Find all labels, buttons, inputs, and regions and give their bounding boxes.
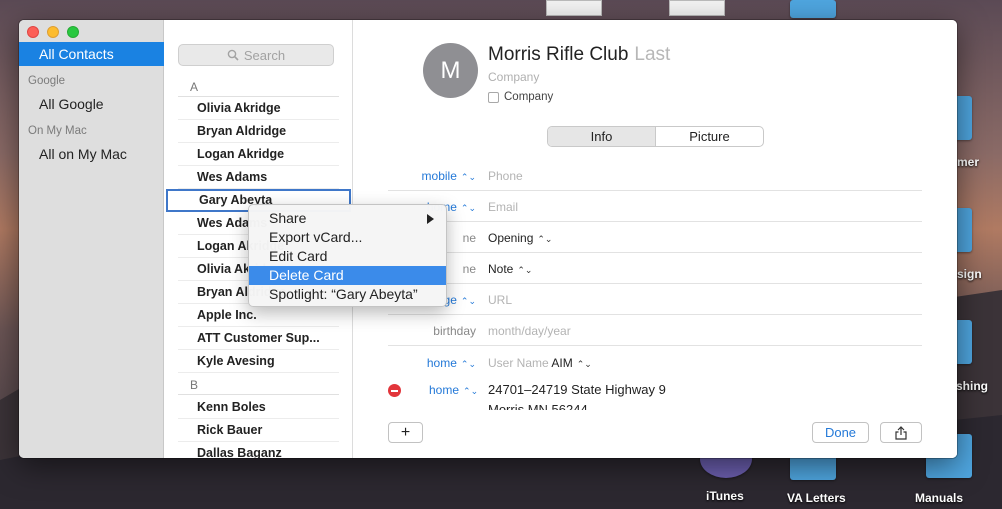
desktop-icon-label: iTunes	[706, 489, 744, 503]
name-field: Morris Rifle Club Last	[488, 44, 670, 66]
updown-icon: ⌃⌄	[460, 172, 476, 182]
share-button[interactable]	[880, 422, 922, 443]
close-window-button[interactable]	[27, 26, 39, 38]
sidebar-item-all-google[interactable]: All Google	[19, 92, 164, 116]
note-popup[interactable]: Note ⌃⌄	[488, 262, 532, 276]
contact-row[interactable]: Rick Bauer	[178, 419, 339, 442]
desktop-file-thumbnail[interactable]	[546, 0, 602, 16]
sidebar-header-google: Google	[28, 75, 66, 87]
field-row-email: home⌃⌄ Email	[388, 191, 922, 222]
updown-icon: ⌃⌄	[463, 386, 479, 396]
updown-icon: ⌃⌄	[517, 265, 533, 275]
card-bottom-bar: + Done	[353, 418, 957, 458]
desktop-icon-label: sign	[957, 267, 982, 281]
search-field[interactable]: Search	[178, 44, 334, 66]
field-row-im: home ⌃⌄ User Name AIM ⌃⌄	[388, 347, 922, 378]
contact-row[interactable]: Apple Inc.	[178, 304, 339, 327]
desktop-icon-label: Manuals	[915, 491, 964, 505]
contact-row[interactable]: Olivia Akridge	[178, 97, 339, 120]
share-icon	[895, 425, 907, 440]
last-name-field[interactable]: Last	[634, 44, 670, 65]
address-street[interactable]: 24701–24719 State Highway 9	[488, 382, 666, 397]
window-controls	[27, 26, 79, 38]
im-field[interactable]: User Name AIM ⌃⌄	[488, 356, 592, 370]
phone-field[interactable]: Phone	[488, 169, 523, 183]
section-header-b: B	[178, 375, 339, 395]
updown-icon: ⌃⌄	[537, 234, 553, 244]
field-label-popup[interactable]: home⌃⌄	[427, 356, 476, 370]
im-service-popup[interactable]: AIM	[551, 356, 572, 370]
avatar[interactable]: M	[423, 43, 478, 98]
opening-popup[interactable]: Opening ⌃⌄	[488, 231, 552, 245]
menu-item-share[interactable]: Share	[249, 209, 446, 228]
updown-icon: ⌃⌄	[460, 203, 476, 213]
desktop-file-thumbnail[interactable]	[669, 0, 725, 16]
birthday-field[interactable]: month/day/year	[488, 324, 571, 338]
field-label: ne	[462, 231, 476, 245]
contact-row[interactable]: Bryan Aldridge	[178, 120, 339, 143]
desktop-icon-label: mer	[957, 155, 980, 169]
submenu-arrow-icon	[427, 214, 434, 224]
updown-icon: ⌃⌄	[460, 296, 476, 306]
menu-item-edit-card[interactable]: Edit Card	[249, 247, 446, 266]
desktop-icon-label: VA Letters	[787, 491, 846, 505]
first-name-field[interactable]: Morris Rifle Club	[488, 44, 628, 65]
zoom-window-button[interactable]	[67, 26, 79, 38]
field-label: birthday	[433, 324, 476, 338]
field-label: ne	[462, 262, 476, 276]
contact-context-menu: Share Export vCard... Edit Card Delete C…	[248, 204, 447, 307]
search-icon	[227, 49, 239, 61]
contact-row[interactable]: Kyle Avesing	[178, 350, 339, 373]
company-checkbox-label: Company	[504, 91, 554, 103]
done-button[interactable]: Done	[812, 422, 869, 443]
menu-item-delete-card[interactable]: Delete Card	[249, 266, 446, 285]
contact-row[interactable]: Wes Adams	[178, 166, 339, 189]
company-checkbox[interactable]	[488, 91, 499, 103]
field-row-note: ne Note ⌃⌄	[388, 253, 922, 284]
menu-item-export-vcard[interactable]: Export vCard...	[249, 228, 446, 247]
tab-info[interactable]: Info	[548, 127, 656, 146]
field-row-birthday: birthday month/day/year	[388, 315, 922, 346]
section-header-a: A	[178, 77, 339, 97]
search-placeholder: Search	[243, 47, 286, 63]
company-checkbox-row[interactable]: Company	[488, 91, 553, 103]
field-label-popup[interactable]: mobile ⌃⌄	[422, 169, 476, 183]
email-field[interactable]: Email	[488, 200, 518, 214]
url-field[interactable]: URL	[488, 293, 512, 307]
remove-field-icon[interactable]	[388, 384, 401, 397]
sidebar-item-all-contacts[interactable]: All Contacts	[19, 42, 164, 66]
minimize-window-button[interactable]	[47, 26, 59, 38]
info-picture-segmented-control: Info Picture	[547, 126, 764, 147]
field-row-url: ge ⌃⌄ URL	[388, 284, 922, 315]
menu-item-spotlight[interactable]: Spotlight: “Gary Abeyta”	[249, 285, 446, 304]
add-field-button[interactable]: +	[388, 422, 423, 443]
address-label-popup[interactable]: home ⌃⌄	[429, 383, 478, 397]
updown-icon: ⌃⌄	[576, 359, 592, 369]
address-city[interactable]: Morris MN 56244	[488, 402, 588, 410]
desktop-folder-icon[interactable]	[790, 0, 836, 18]
contact-row[interactable]: Kenn Boles	[178, 396, 339, 419]
desktop-icon-label: shing	[956, 379, 988, 393]
updown-icon: ⌃⌄	[460, 359, 476, 369]
field-row-opening: ne Opening ⌃⌄	[388, 222, 922, 253]
contact-row[interactable]: Dallas Baganz	[178, 442, 339, 458]
contacts-window: All Contacts Google All Google On My Mac…	[19, 20, 957, 458]
sidebar-item-all-on-my-mac[interactable]: All on My Mac	[19, 142, 164, 166]
field-row-phone: mobile ⌃⌄ Phone	[388, 160, 922, 191]
contact-row[interactable]: Logan Akridge	[178, 143, 339, 166]
contact-row[interactable]: ATT Customer Sup...	[178, 327, 339, 350]
groups-sidebar: All Contacts Google All Google On My Mac…	[19, 20, 164, 458]
sidebar-header-on-my-mac: On My Mac	[28, 125, 87, 137]
company-field[interactable]: Company	[488, 70, 539, 84]
field-label-popup[interactable]: ge ⌃⌄	[444, 293, 476, 307]
tab-picture[interactable]: Picture	[656, 127, 763, 146]
